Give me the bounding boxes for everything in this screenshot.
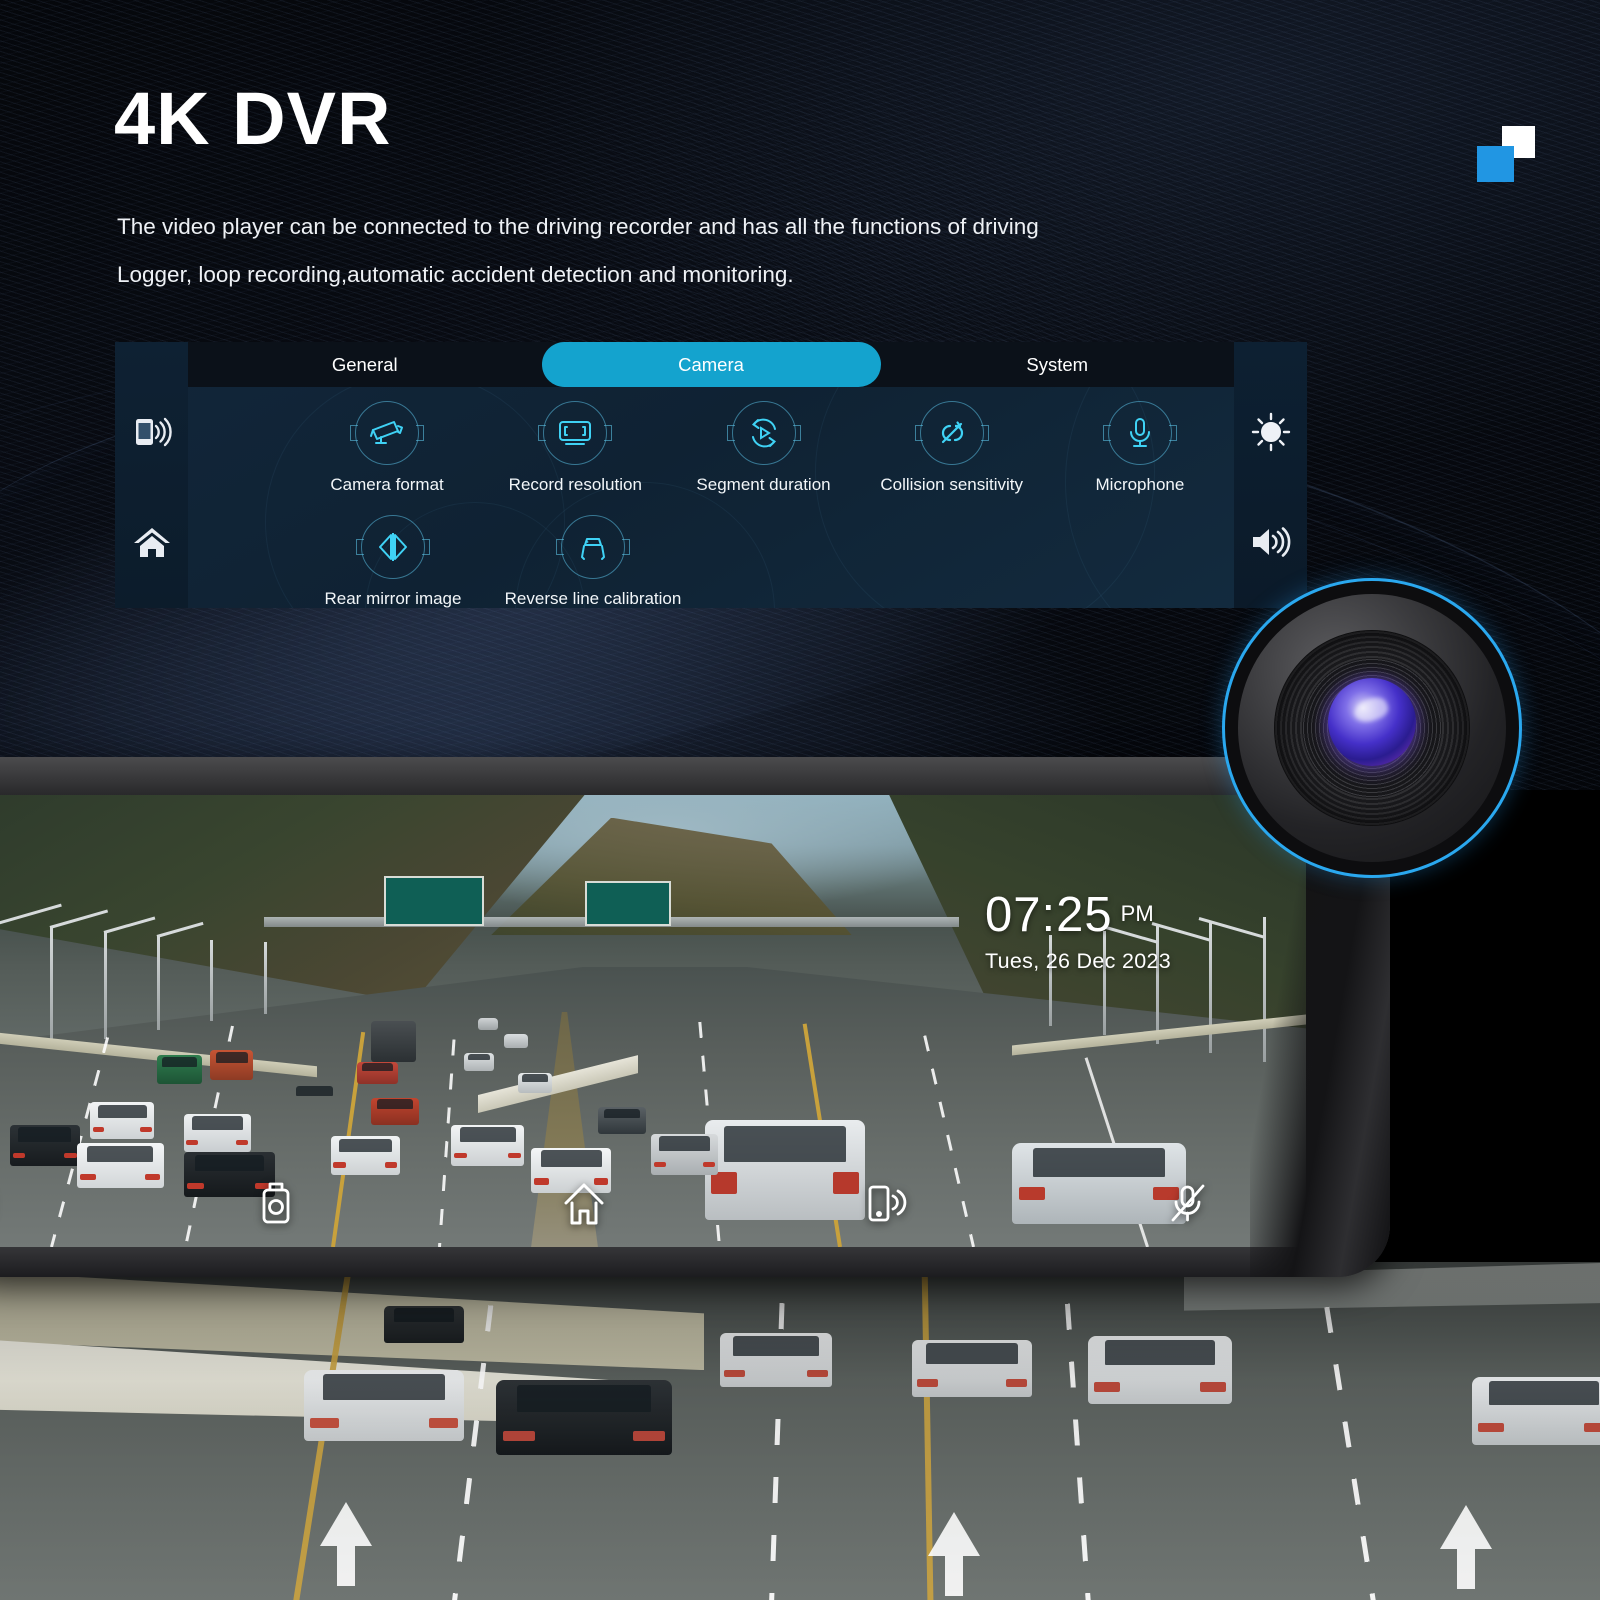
- vehicle: [10, 1124, 80, 1166]
- phone-wifi-icon[interactable]: [864, 1182, 910, 1224]
- settings-panel: General Camera System Camera format Reco…: [115, 342, 1307, 608]
- vehicle: [450, 1124, 525, 1166]
- vehicle: [357, 1061, 398, 1085]
- settings-grid: Camera format Record resolution Segment …: [188, 387, 1234, 608]
- setting-rear-mirror-image[interactable]: Rear mirror image: [293, 515, 493, 608]
- lamp-pole: [50, 926, 54, 1049]
- vehicle: [477, 1018, 498, 1031]
- highway-sign: [584, 880, 672, 927]
- mirror-flip-icon: [356, 515, 430, 579]
- vehicle: [517, 1073, 553, 1094]
- setting-collision-sensitivity[interactable]: Collision sensitivity: [858, 401, 1046, 495]
- setting-label: Camera format: [330, 475, 444, 494]
- vehicle: [291, 1084, 339, 1111]
- reverse-line-icon: [556, 515, 630, 579]
- microphone-muted-icon[interactable]: [1165, 1180, 1211, 1226]
- mirror-hud-bar: [0, 1173, 1306, 1233]
- lamp-pole: [157, 935, 161, 1031]
- camera-lens-closeup: [1222, 578, 1522, 878]
- setting-label: Reverse line calibration: [504, 589, 682, 608]
- brightness-icon[interactable]: [1248, 409, 1294, 455]
- setting-label: Rear mirror image: [324, 589, 462, 608]
- vehicle: [90, 1102, 155, 1139]
- logo-square-blue: [1477, 146, 1514, 182]
- highway-photo-bottom: [0, 1262, 1600, 1600]
- vehicle: [210, 1050, 254, 1080]
- setting-label: Microphone: [1095, 475, 1185, 494]
- tab-camera[interactable]: Camera: [541, 342, 881, 387]
- tab-general[interactable]: General: [188, 342, 542, 387]
- left-rail: [115, 342, 188, 608]
- volume-icon[interactable]: [1248, 519, 1294, 565]
- highway-sign: [384, 876, 485, 927]
- lamp-pole: [210, 939, 214, 1021]
- page-description: The video player can be connected to the…: [117, 203, 1277, 299]
- vehicle: [157, 1054, 203, 1085]
- collision-icon: [914, 401, 989, 465]
- lamp-pole: [103, 930, 107, 1040]
- clock-time: 07:25: [985, 888, 1113, 942]
- setting-microphone[interactable]: Microphone: [1046, 401, 1234, 495]
- bottom-photo-vignette: [0, 1262, 1600, 1600]
- shutter-icon[interactable]: [251, 1180, 301, 1226]
- mirror-screen: 07:25 PM Tues, 26 Dec 2023: [0, 795, 1306, 1247]
- description-line-2: Logger, loop recording,automatic acciden…: [117, 262, 794, 287]
- brand-logo: [1477, 126, 1535, 182]
- home-icon[interactable]: [556, 1179, 612, 1227]
- setting-record-resolution[interactable]: Record resolution: [481, 401, 669, 495]
- setting-label: Collision sensitivity: [880, 475, 1024, 494]
- vehicle: [651, 1134, 719, 1175]
- settings-tabs: General Camera System: [188, 342, 1234, 387]
- microphone-icon: [1102, 401, 1177, 465]
- setting-segment-duration[interactable]: Segment duration: [669, 401, 857, 495]
- clock-date: Tues, 26 Dec 2023: [985, 949, 1171, 973]
- vehicle: [464, 1052, 494, 1071]
- vehicle: [504, 1033, 529, 1049]
- setting-label: Segment duration: [696, 475, 831, 494]
- setting-label: Record resolution: [508, 475, 642, 494]
- vehicle: [330, 1136, 401, 1175]
- setting-camera-format[interactable]: Camera format: [293, 401, 481, 495]
- clock-ampm: PM: [1120, 901, 1154, 926]
- hillside-left: [0, 795, 585, 1003]
- phone-wifi-icon[interactable]: [129, 409, 175, 455]
- page-title: 4K DVR: [114, 77, 392, 160]
- cctv-camera-icon: [350, 401, 425, 465]
- rearview-mirror-device: 07:25 PM Tues, 26 Dec 2023: [0, 757, 1390, 1277]
- lens-glass: [1328, 678, 1416, 767]
- vehicle: [597, 1106, 646, 1134]
- lamp-pole: [1262, 917, 1266, 1062]
- vehicle: [370, 1097, 419, 1125]
- vehicle: [183, 1113, 251, 1153]
- home-icon[interactable]: [129, 519, 175, 565]
- tab-system[interactable]: System: [881, 342, 1235, 387]
- right-rail: [1234, 342, 1307, 608]
- clock-overlay: 07:25 PM Tues, 26 Dec 2023: [985, 891, 1171, 974]
- setting-reverse-line-calibration[interactable]: Reverse line calibration: [493, 515, 693, 608]
- description-line-1: The video player can be connected to the…: [117, 214, 1039, 239]
- truck: [370, 1021, 417, 1062]
- resolution-frame-icon: [538, 401, 613, 465]
- loop-play-icon: [726, 401, 801, 465]
- lamp-pole: [263, 941, 267, 1015]
